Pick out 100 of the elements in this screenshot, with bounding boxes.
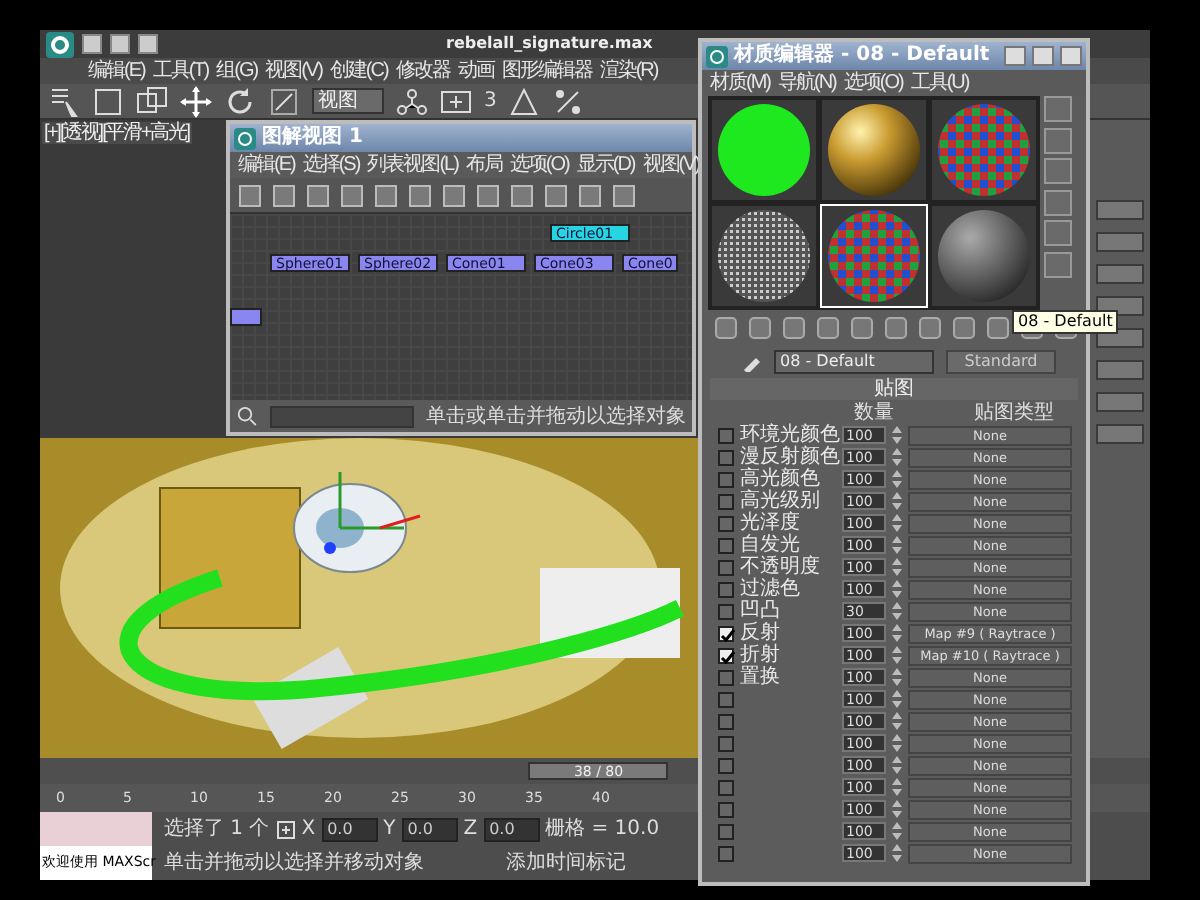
map-checkbox[interactable] (718, 471, 734, 487)
spinner-icon[interactable] (892, 778, 902, 796)
coordinate-field[interactable]: 0.0 (483, 817, 540, 841)
spinner-icon[interactable] (892, 822, 902, 840)
spinner-icon[interactable] (892, 602, 902, 620)
map-checkbox[interactable] (718, 603, 734, 619)
parameter-field[interactable] (1096, 264, 1144, 284)
spinner-icon[interactable] (892, 756, 902, 774)
spinner-icon[interactable] (892, 580, 902, 598)
parameter-field[interactable] (1096, 232, 1144, 252)
tool-icon[interactable] (374, 183, 398, 207)
parameter-field[interactable] (1096, 424, 1144, 444)
search-field[interactable] (269, 405, 414, 427)
material-name-field[interactable]: 08 - Default (774, 349, 934, 373)
spinner-icon[interactable] (892, 844, 902, 862)
spinner-icon[interactable] (892, 646, 902, 664)
material-sample-slot[interactable] (929, 204, 1037, 308)
tool-icon[interactable] (544, 183, 568, 207)
shader-button[interactable]: Standard (946, 349, 1056, 373)
rectangle-select-icon[interactable] (92, 85, 124, 117)
map-checkbox[interactable] (718, 449, 734, 465)
tool-icon[interactable] (476, 183, 500, 207)
app-logo-icon[interactable] (46, 31, 74, 57)
spinner-icon[interactable] (892, 690, 902, 708)
spinner-icon[interactable] (892, 712, 902, 730)
spinner-icon[interactable] (892, 558, 902, 576)
material-sample-slot[interactable] (709, 204, 817, 308)
menu-item[interactable]: 图形编辑器 (501, 60, 592, 82)
map-checkbox[interactable] (718, 713, 734, 729)
percent-snap-icon[interactable] (552, 85, 585, 117)
material-sample-slot[interactable] (929, 98, 1037, 202)
sample-tool-icon[interactable] (1044, 251, 1072, 277)
map-checkbox[interactable] (718, 493, 734, 509)
sample-tool-icon[interactable] (1044, 96, 1072, 122)
map-checkbox[interactable] (718, 581, 734, 597)
map-checkbox[interactable] (718, 801, 734, 817)
tool-icon[interactable] (238, 183, 262, 207)
menu-item[interactable]: 动画 (457, 60, 494, 82)
menu-item[interactable]: 选项(O) (509, 154, 569, 176)
align-icon[interactable] (440, 85, 472, 117)
map-checkbox[interactable] (718, 669, 734, 685)
menu-item[interactable]: 工具(U) (910, 72, 969, 94)
spinner-icon[interactable] (892, 624, 902, 642)
spinner-icon[interactable] (892, 734, 902, 752)
menu-item[interactable]: 列表视图(L) (367, 154, 458, 176)
menu-item[interactable]: 选择(S) (302, 154, 360, 176)
lock-selection-icon[interactable] (275, 819, 296, 839)
sample-tool-icon[interactable] (1044, 189, 1072, 215)
map-checkbox[interactable] (718, 559, 734, 575)
tool-icon[interactable] (340, 183, 364, 207)
schematic-node[interactable] (230, 308, 262, 326)
tool-icon[interactable] (408, 183, 432, 207)
coordinate-dropdown[interactable]: 视图 (312, 88, 384, 114)
select-icon[interactable] (48, 85, 80, 117)
spinner-icon[interactable] (892, 514, 902, 532)
sample-tool-icon[interactable] (1044, 220, 1072, 246)
spinner-icon[interactable] (892, 426, 902, 444)
parameter-field[interactable] (1096, 360, 1144, 380)
menu-item[interactable]: 布局 (465, 154, 502, 176)
menu-item[interactable]: 显示(D) (576, 154, 635, 176)
tool-icon[interactable] (306, 183, 330, 207)
menu-item[interactable]: 选项(O) (843, 72, 903, 94)
tool-icon[interactable] (272, 183, 296, 207)
snap-toggle[interactable]: 3 (484, 90, 497, 112)
tool-icon[interactable] (612, 183, 636, 207)
menu-item[interactable]: 工具(T) (152, 60, 209, 82)
close-button[interactable] (1060, 46, 1082, 66)
maximize-button[interactable] (1032, 46, 1054, 66)
maxscript-listener-field[interactable] (40, 812, 152, 846)
menu-item[interactable]: 视图(V) (265, 60, 322, 82)
menu-item[interactable]: 渲染(R) (599, 60, 658, 82)
viewport-label[interactable]: [ + ][ 透视 ][ 平滑 + 高光 ] (42, 122, 192, 144)
menu-item[interactable]: 材质(M) (710, 72, 770, 94)
spinner-icon[interactable] (892, 536, 902, 554)
parameter-field[interactable] (1096, 200, 1144, 220)
menu-item[interactable]: 创建(C) (329, 60, 388, 82)
menu-item[interactable]: 编辑(E) (88, 60, 145, 82)
map-checkbox[interactable] (718, 823, 734, 839)
coordinate-field[interactable]: 0.0 (321, 817, 378, 841)
map-checkbox[interactable] (718, 779, 734, 795)
spinner-icon[interactable] (892, 470, 902, 488)
time-tag-button[interactable]: 添加时间标记 (506, 852, 626, 874)
tool-icon[interactable] (510, 183, 534, 207)
move-icon[interactable] (180, 85, 212, 117)
minimize-button[interactable] (1004, 46, 1026, 66)
map-checkbox[interactable] (718, 735, 734, 751)
map-checkbox[interactable] (718, 537, 734, 553)
menu-item[interactable]: 组(G) (216, 60, 258, 82)
map-checkbox[interactable] (718, 427, 734, 443)
menu-item[interactable]: 修改器 (395, 60, 450, 82)
sample-tool-icon[interactable] (1044, 127, 1072, 153)
coordinate-field[interactable]: 0.0 (401, 817, 458, 841)
spinner-icon[interactable] (892, 800, 902, 818)
map-checkbox[interactable] (718, 515, 734, 531)
scale-icon[interactable] (268, 85, 300, 117)
menu-item[interactable]: 编辑(E) (238, 154, 295, 176)
rollout-header[interactable]: 贴图 (710, 378, 1078, 400)
sample-tool-icon[interactable] (1044, 158, 1072, 184)
map-checkbox[interactable] (718, 757, 734, 773)
spinner-icon[interactable] (892, 668, 902, 686)
